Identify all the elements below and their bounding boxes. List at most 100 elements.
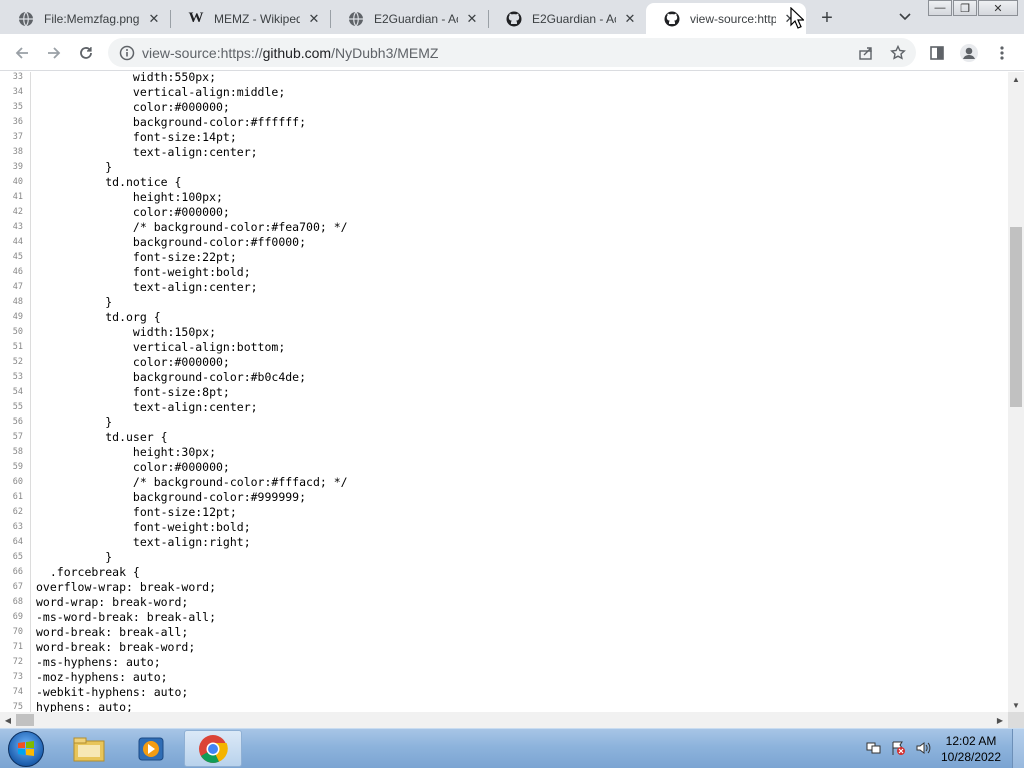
info-icon[interactable] — [112, 38, 142, 67]
profile-button[interactable] — [955, 39, 983, 67]
url-text: view-source:https://github.com/NyDubh3/M… — [142, 44, 439, 61]
windows-logo-icon — [18, 741, 34, 756]
source-line: 39 } — [0, 160, 1008, 175]
line-number: 70 — [12, 627, 23, 637]
source-line: 55 text-align:center; — [0, 400, 1008, 415]
tab-memzfag-file[interactable]: File:Memzfag.png ✕ — [0, 3, 170, 34]
horizontal-scroll-thumb[interactable] — [16, 714, 34, 726]
line-code: hyphens: auto; — [36, 700, 133, 712]
source-line: 36 background-color:#ffffff; — [0, 115, 1008, 130]
tab-close-icon[interactable]: ✕ — [306, 11, 322, 27]
tab-e2guardian-2[interactable]: E2Guardian - Access ✕ — [488, 3, 646, 34]
source-line: 74 -webkit-hyphens: auto; — [0, 685, 1008, 700]
horizontal-scrollbar[interactable]: ◀ ▶ — [0, 712, 1008, 728]
source-view[interactable]: 33 width:550px; 34 vertical-align:middle;… — [0, 72, 1008, 712]
source-line: 50 width:150px; — [0, 325, 1008, 340]
source-line: 65 } — [0, 550, 1008, 565]
tab-close-icon[interactable]: ✕ — [622, 11, 638, 27]
line-code: font-size:12pt; — [36, 505, 237, 519]
line-number: 53 — [12, 372, 23, 382]
source-line: 40 td.notice { — [0, 175, 1008, 190]
globe-icon — [18, 11, 34, 27]
line-code: font-size:22pt; — [36, 250, 237, 264]
tab-search-button[interactable] — [894, 6, 916, 28]
bookmark-button[interactable] — [884, 39, 912, 67]
line-code: background-color:#ffffff; — [36, 115, 307, 129]
side-panel-button[interactable] — [923, 39, 951, 67]
system-clock[interactable]: 12:02 AM 10/28/2022 — [936, 733, 1006, 765]
show-desktop-button[interactable] — [1012, 729, 1024, 768]
line-number: 72 — [12, 657, 23, 667]
vertical-scrollbar[interactable]: ▲ ▼ — [1008, 72, 1024, 712]
network-icon[interactable] — [864, 739, 884, 757]
tab-title: File:Memzfag.png — [44, 11, 140, 26]
scroll-up-arrow-icon[interactable]: ▲ — [1008, 72, 1024, 86]
back-button[interactable] — [8, 39, 36, 67]
menu-button[interactable] — [988, 39, 1016, 67]
source-line: 57 td.user { — [0, 430, 1008, 445]
line-number: 39 — [12, 162, 23, 172]
new-tab-button[interactable]: + — [815, 6, 839, 30]
line-number: 67 — [12, 582, 23, 592]
taskbar-file-explorer[interactable] — [60, 730, 118, 767]
line-code: font-weight:bold; — [36, 520, 251, 534]
line-number: 52 — [12, 357, 23, 367]
tab-memz-wikipedia[interactable]: W MEMZ - Wikipedia ✕ — [170, 3, 330, 34]
reload-button[interactable] — [72, 39, 100, 67]
source-line: 41 height:100px; — [0, 190, 1008, 205]
vertical-scroll-thumb[interactable] — [1010, 227, 1022, 407]
tab-close-icon[interactable]: ✕ — [464, 11, 480, 27]
source-line: 75 hyphens: auto; — [0, 700, 1008, 712]
source-line: 43 /* background-color:#fea700; */ — [0, 220, 1008, 235]
line-code: } — [36, 415, 113, 429]
action-center-flag-icon[interactable] — [888, 739, 908, 757]
scroll-right-arrow-icon[interactable]: ▶ — [992, 713, 1008, 727]
line-code: word-wrap: break-word; — [36, 595, 189, 609]
tab-view-source-active[interactable]: view-source:https://github.com/NyDubh3/M… — [646, 3, 806, 34]
volume-icon[interactable] — [913, 739, 933, 757]
close-window-button[interactable]: ✕ — [978, 0, 1018, 16]
line-code: -webkit-hyphens: auto; — [36, 685, 189, 699]
start-button[interactable] — [8, 731, 44, 767]
line-code: vertical-align:middle; — [36, 85, 286, 99]
line-code: background-color:#b0c4de; — [36, 370, 307, 384]
source-line: 58 height:30px; — [0, 445, 1008, 460]
address-bar[interactable]: view-source:https://github.com/NyDubh3/M… — [108, 38, 916, 67]
tab-strip: File:Memzfag.png ✕ W MEMZ - Wikipedia ✕ … — [0, 0, 1024, 34]
share-button[interactable] — [852, 39, 880, 67]
line-code: vertical-align:bottom; — [36, 340, 286, 354]
screen: File:Memzfag.png ✕ W MEMZ - Wikipedia ✕ … — [0, 0, 1024, 768]
line-code: } — [36, 550, 113, 564]
scroll-down-arrow-icon[interactable]: ▼ — [1008, 698, 1024, 712]
taskbar-chrome[interactable] — [184, 730, 242, 767]
line-number: 68 — [12, 597, 23, 607]
tab-e2guardian-1[interactable]: E2Guardian - Access ✕ — [330, 3, 488, 34]
restore-button[interactable]: ❐ — [953, 0, 977, 16]
line-code: td.org { — [36, 310, 161, 324]
line-number: 58 — [12, 447, 23, 457]
source-line: 45 font-size:22pt; — [0, 250, 1008, 265]
source-line: 52 color:#000000; — [0, 355, 1008, 370]
source-line: 47 text-align:center; — [0, 280, 1008, 295]
source-line: 38 text-align:center; — [0, 145, 1008, 160]
line-code: font-size:8pt; — [36, 385, 230, 399]
line-number: 69 — [12, 612, 23, 622]
line-number: 46 — [12, 267, 23, 277]
tab-close-icon[interactable]: ✕ — [146, 11, 162, 27]
minimize-button[interactable]: — — [928, 0, 952, 16]
line-number: 64 — [12, 537, 23, 547]
taskbar-media-player[interactable] — [122, 730, 180, 767]
line-code: color:#000000; — [36, 355, 230, 369]
source-line: 72 -ms-hyphens: auto; — [0, 655, 1008, 670]
line-number: 59 — [12, 462, 23, 472]
chevron-down-icon — [899, 13, 911, 21]
source-line: 51 vertical-align:bottom; — [0, 340, 1008, 355]
scroll-left-arrow-icon[interactable]: ◀ — [0, 713, 16, 727]
line-number: 44 — [12, 237, 23, 247]
line-code: text-align:center; — [36, 280, 258, 294]
line-code: height:100px; — [36, 190, 223, 204]
line-code: td.notice { — [36, 175, 182, 189]
line-code: width:150px; — [36, 325, 217, 339]
arrow-right-icon — [48, 47, 61, 59]
forward-button[interactable] — [40, 39, 68, 67]
